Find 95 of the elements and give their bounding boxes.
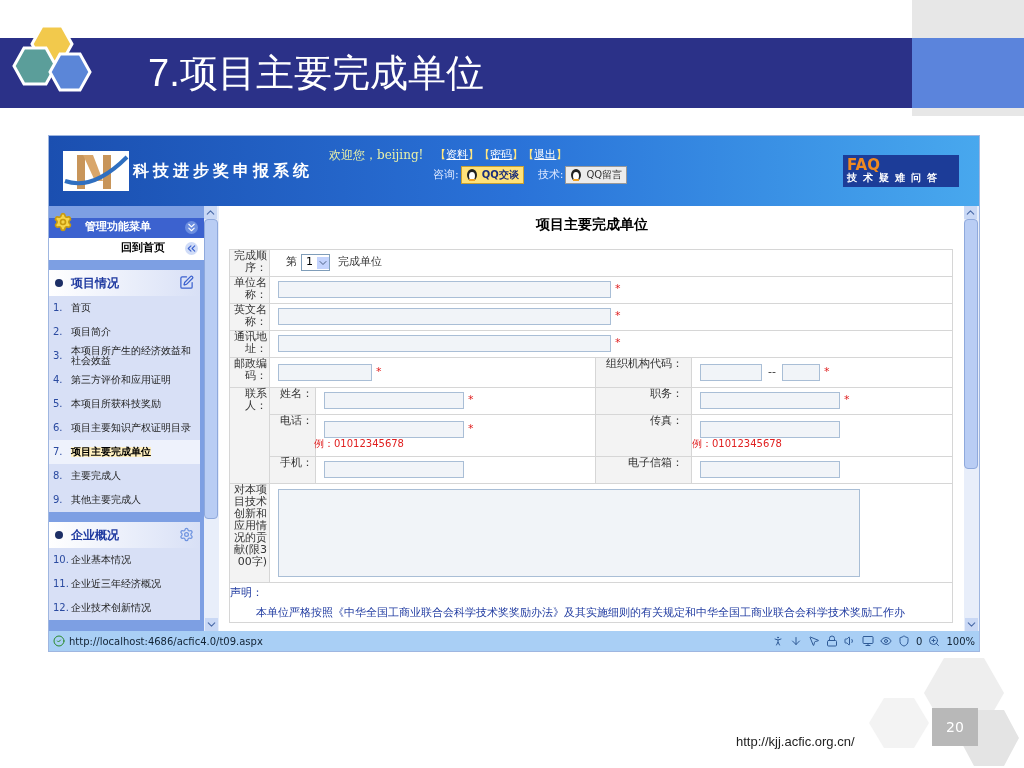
section-title: 企业概况 — [71, 526, 119, 544]
menu-item[interactable]: 9. 其他主要完成人 — [49, 487, 200, 512]
required-mark: * — [468, 392, 474, 409]
field-label: 职务： — [595, 387, 692, 415]
menu-item[interactable]: 7. 项目主要完成单位 — [49, 439, 200, 464]
required-mark: * — [615, 281, 621, 298]
faq-subtitle: 技术疑难问答 — [847, 173, 944, 184]
zoom-icon[interactable] — [928, 635, 941, 648]
required-mark: * — [468, 421, 474, 438]
text-field[interactable] — [324, 421, 464, 439]
order-select[interactable]: 1 — [301, 254, 330, 272]
text-field[interactable] — [700, 392, 840, 410]
arrow-down-icon[interactable] — [790, 635, 803, 648]
monitor-icon[interactable] — [862, 635, 875, 648]
order-suffix: 完成单位 — [338, 254, 382, 271]
text-area[interactable] — [278, 488, 860, 577]
example-hint: 例：01012345678 — [314, 438, 405, 450]
pointer-icon[interactable] — [808, 635, 821, 648]
field-label: 完成顺序： — [229, 249, 270, 277]
text-field[interactable] — [278, 308, 611, 326]
text-field[interactable] — [700, 421, 840, 439]
eye-icon[interactable] — [880, 635, 893, 648]
bullet-icon — [55, 530, 63, 539]
menu-item[interactable]: 5. 本项目所获科技奖励 — [49, 391, 200, 416]
page-number: 20 — [946, 717, 964, 737]
qq-message-button[interactable]: QQ留言 — [565, 165, 628, 184]
text-field[interactable] — [278, 363, 372, 381]
welcome-text: 欢迎您，beijing! — [329, 146, 424, 164]
required-mark: * — [615, 335, 621, 352]
field-label: 英文名称： — [229, 303, 270, 331]
statement-text: 本单位严格按照《中华全国工商业联合会科学技术奖奖励办法》及其实施细则的有关规定和中华全国工商业联合会科学技术奖励工作办 — [255, 605, 906, 622]
scroll-down-icon[interactable] — [965, 618, 978, 632]
menu-item[interactable]: 1. 首页 — [49, 295, 200, 320]
consult-label: 咨询: — [433, 166, 459, 183]
text-field[interactable] — [324, 461, 464, 479]
field-label: 对本项目技术创新和应用情况的贡献(限300字) — [229, 483, 270, 583]
lock-icon[interactable] — [826, 635, 839, 648]
required-mark: * — [823, 364, 830, 380]
menu-item[interactable]: 8. 主要完成人 — [49, 463, 200, 488]
separator: -- — [768, 364, 776, 380]
statement-label: 声明： — [230, 584, 264, 601]
field-label: 通讯地址： — [229, 330, 270, 358]
header-link[interactable]: 【退出】 — [523, 146, 568, 164]
check-icon — [53, 635, 65, 648]
required-mark: * — [615, 308, 621, 325]
penguin-icon — [465, 168, 478, 182]
slide-url: http://kjj.acfic.org.cn/ — [736, 733, 855, 751]
faq-banner[interactable]: FAQ 技术疑难问答 — [843, 154, 959, 187]
scrollbar[interactable] — [964, 205, 979, 632]
menu-item[interactable]: 12. 企业技术创新情况 — [49, 595, 200, 620]
tech-label: 技术: — [537, 166, 564, 183]
example-hint: 例：01012345678 — [692, 438, 783, 450]
collapse-icon[interactable] — [185, 221, 198, 235]
text-field[interactable] — [700, 363, 762, 381]
dropdown-icon[interactable] — [317, 256, 329, 269]
scrollbar[interactable] — [204, 205, 219, 632]
menu-item[interactable]: 2. 项目简介 — [49, 319, 200, 344]
zoom-level: 100% — [946, 634, 975, 649]
field-label: 邮政编码： — [229, 357, 270, 388]
text-field[interactable] — [781, 363, 820, 381]
header-link[interactable]: 【密码】 — [479, 146, 524, 164]
qq-chat-button[interactable]: QQ交谈 — [460, 165, 524, 184]
required-mark: * — [844, 392, 850, 409]
field-label: 联系人： — [229, 387, 270, 484]
form-title: 项目主要完成单位 — [534, 214, 649, 234]
system-name: 科技进步奖申报系统 — [133, 159, 313, 182]
text-field[interactable] — [700, 461, 840, 479]
gear-icon — [179, 527, 194, 543]
menu-item[interactable]: 10. 企业基本情况 — [49, 547, 200, 572]
header-link[interactable]: 【资料】 — [435, 146, 480, 164]
penguin-icon — [570, 168, 583, 182]
menu-title: 管理功能菜单 — [85, 219, 151, 236]
status-count: 0 — [916, 634, 923, 649]
required-mark: * — [376, 364, 382, 380]
menu-icon — [53, 211, 73, 232]
field-label: 单位名称： — [229, 276, 270, 304]
field-label: 传真： — [595, 414, 692, 457]
shield-icon[interactable] — [898, 635, 911, 648]
text-field[interactable] — [278, 281, 611, 299]
order-prefix: 第 — [286, 254, 297, 271]
menu-item[interactable]: 6. 项目主要知识产权证明目录 — [49, 415, 200, 440]
field-label: 电子信箱： — [595, 456, 692, 484]
bullet-icon — [55, 278, 63, 287]
menu-item[interactable]: 11. 企业近三年经济概况 — [49, 571, 200, 596]
text-field[interactable] — [278, 335, 611, 353]
status-url: http://localhost:4686/acfic4.0/t09.aspx — [69, 634, 263, 649]
slide-title: 7.项目主要完成单位 — [148, 50, 484, 96]
field-label: 组织机构代码： — [595, 357, 692, 388]
menu-item[interactable]: 4. 第三方评价和应用证明 — [49, 367, 200, 392]
edit-icon — [179, 275, 194, 291]
scroll-down-icon[interactable] — [205, 618, 218, 632]
back-icon[interactable] — [185, 242, 198, 256]
section-title: 项目情况 — [71, 274, 119, 292]
text-field[interactable] — [324, 392, 464, 410]
logo-icon — [63, 150, 129, 191]
